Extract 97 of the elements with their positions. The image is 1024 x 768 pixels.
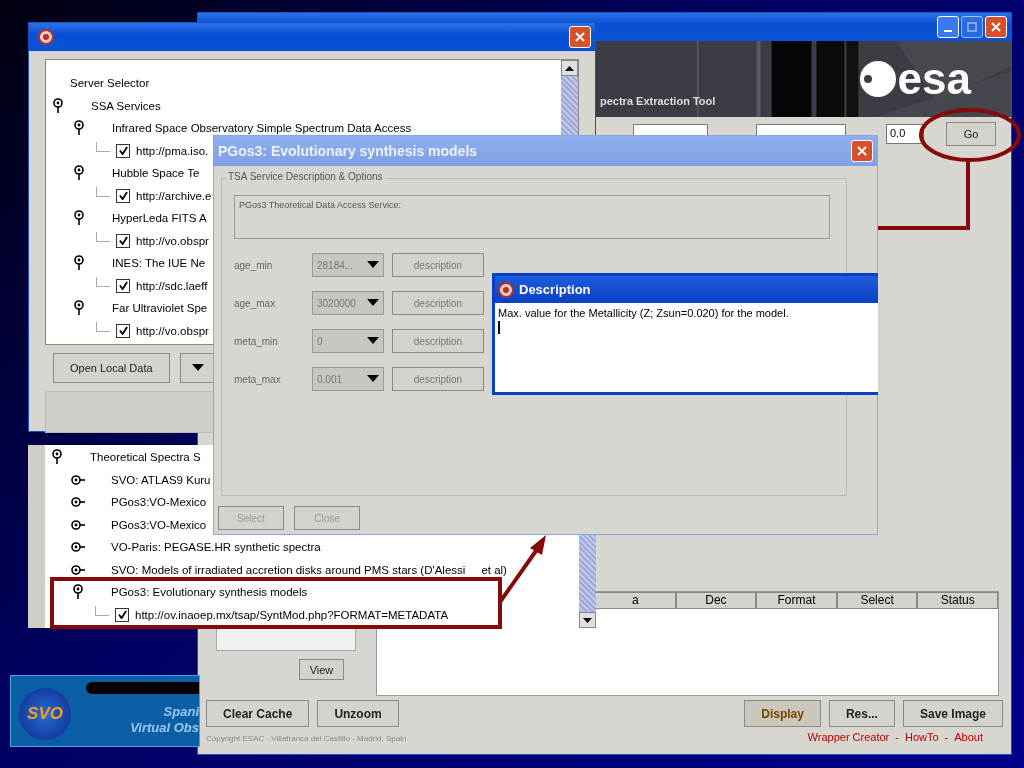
caret-icon <box>367 299 379 307</box>
minimize-button[interactable] <box>937 16 959 38</box>
service-url[interactable]: http://vo.obspr <box>136 234 209 247</box>
footer-link[interactable]: About <box>954 731 983 743</box>
column-header[interactable]: Select <box>836 592 918 609</box>
checkmark-icon <box>118 326 128 336</box>
caret-icon <box>367 261 379 269</box>
tree-item[interactable]: Far Ultraviolet Spe <box>112 302 208 315</box>
close-button[interactable] <box>851 140 873 162</box>
view-button[interactable]: View <box>299 659 344 680</box>
tree-item[interactable]: SSA Services <box>91 99 161 112</box>
caret-icon <box>191 364 204 372</box>
toolbar-button[interactable]: Save Image <box>902 700 1003 727</box>
link-separator: - <box>895 731 899 743</box>
tree-item[interactable]: HyperLeda FITS A <box>112 212 207 225</box>
size-field[interactable]: 0.0 <box>886 124 924 144</box>
toolbar-button[interactable]: Unzoom <box>317 700 399 727</box>
tree-node-icon[interactable] <box>50 449 64 466</box>
tree-item[interactable]: Hubble Space Te <box>112 167 200 180</box>
tree-node-icon[interactable] <box>72 210 86 227</box>
scroll-up-icon <box>565 65 574 71</box>
close-button[interactable] <box>569 26 591 48</box>
service-url[interactable]: http://archive.e <box>136 189 212 202</box>
checkmark-icon <box>117 610 127 620</box>
esa-logo: esa <box>897 57 971 101</box>
tree-node-icon[interactable] <box>72 255 86 272</box>
param-label: age_min <box>234 259 274 271</box>
close-icon <box>575 32 585 42</box>
tree-node-icon[interactable] <box>71 584 85 601</box>
caret-icon <box>367 375 379 383</box>
app-icon <box>497 280 515 299</box>
tree-item[interactable]: INES: The IUE Ne <box>112 257 206 270</box>
tree-item[interactable]: PGos3: Evolutionary synthesis models <box>111 586 308 599</box>
footer-link[interactable]: HowTo <box>904 731 939 743</box>
column-header[interactable]: a <box>595 592 676 609</box>
tree-item[interactable]: PGos3:VO-Mexico <box>111 518 207 531</box>
link-separator: - <box>944 731 949 743</box>
checkbox[interactable] <box>116 323 130 338</box>
window-title: Description <box>519 282 591 297</box>
column-header[interactable]: Dec <box>675 592 757 609</box>
footer-link[interactable]: Wrapper Creator <box>807 731 890 743</box>
checkmark-icon <box>118 146 128 156</box>
dropdown-button[interactable] <box>179 353 216 383</box>
go-button[interactable]: Go <box>946 122 996 146</box>
checkbox[interactable] <box>116 233 130 248</box>
service-url[interactable]: http://pma.iso. <box>136 144 209 157</box>
checkbox[interactable] <box>116 143 130 158</box>
checkmark-icon <box>118 236 128 246</box>
checkbox[interactable] <box>116 278 130 293</box>
text-cursor <box>498 321 500 334</box>
close-button[interactable] <box>985 16 1007 38</box>
checkmark-icon <box>118 281 128 291</box>
svo-caption: Spani <box>163 704 199 720</box>
service-url[interactable]: http://vo.obspr <box>136 324 209 337</box>
maximize-icon <box>967 22 977 32</box>
tree-item[interactable]: Theoretical Spectra S <box>90 451 201 464</box>
tree-node-icon[interactable] <box>72 165 86 182</box>
caret-icon <box>367 337 379 345</box>
param-label: meta_max <box>234 373 282 385</box>
svo-caption: Virtual Obs <box>130 720 199 736</box>
column-header[interactable]: Status <box>917 592 998 609</box>
toolbar-button[interactable]: Res... <box>828 700 895 727</box>
banner-title: pectra Extraction Tool <box>600 95 716 107</box>
tree-node-icon[interactable] <box>72 120 86 137</box>
close-icon <box>857 146 867 156</box>
app-icon <box>37 28 55 46</box>
open-local-data-button[interactable]: Open Local Data <box>53 353 170 383</box>
tree-item[interactable]: Infrared Space Observatory Simple Spectrum Data Access <box>112 122 412 135</box>
tree-root[interactable]: Server Selector <box>70 77 150 90</box>
close-icon <box>991 22 1001 32</box>
service-text: PGos3 Theoretical Data Access Service: <box>239 200 401 210</box>
checkbox[interactable] <box>116 188 130 203</box>
service-url[interactable]: http://ov.inaoep.mx/tsap/SyntMod.php?FORMAT=METADATA <box>135 608 449 621</box>
tree-node-icon[interactable] <box>51 97 65 114</box>
tree-item[interactable]: SVO: Models of irradiated accretion disks around PMS stars (D'Alessi <box>111 563 466 576</box>
tree-item-tail: et al) <box>481 563 507 576</box>
service-url[interactable]: http://sdc.laeff <box>136 279 208 292</box>
checkmark-icon <box>118 191 128 201</box>
checkbox[interactable] <box>115 607 129 622</box>
toolbar-button[interactable]: Display <box>744 700 821 727</box>
tree-node-icon[interactable] <box>72 300 86 317</box>
tree-item[interactable]: VO-Paris: PEGASE.HR synthetic spectra <box>111 541 321 554</box>
toolbar-button[interactable]: Clear Cache <box>206 700 310 727</box>
description-text: Max. value for the Metallicity (Z; Zsun=0.020) for the model. <box>498 307 790 319</box>
tree-item[interactable]: PGos3:VO-Mexico <box>111 496 207 509</box>
param-label: meta_min <box>234 335 279 347</box>
group-title: TSA Service Description & Options <box>226 171 385 182</box>
param-label: age_max <box>234 297 277 309</box>
minimize-icon <box>944 30 952 32</box>
dialog-title: PGos3: Evolutionary synthesis models <box>218 143 478 159</box>
tree-item[interactable]: SVO: ATLAS9 Kuru <box>111 473 211 486</box>
svo-badge: SVO <box>19 688 71 740</box>
column-header[interactable]: Format <box>756 592 837 609</box>
scroll-down-icon <box>583 617 592 623</box>
maximize-button[interactable] <box>961 16 983 38</box>
esa-mark-icon <box>857 59 898 99</box>
copyright-text: Copyright ESAC - Villafranca del Castillo - Madrid, Spain <box>206 734 407 743</box>
